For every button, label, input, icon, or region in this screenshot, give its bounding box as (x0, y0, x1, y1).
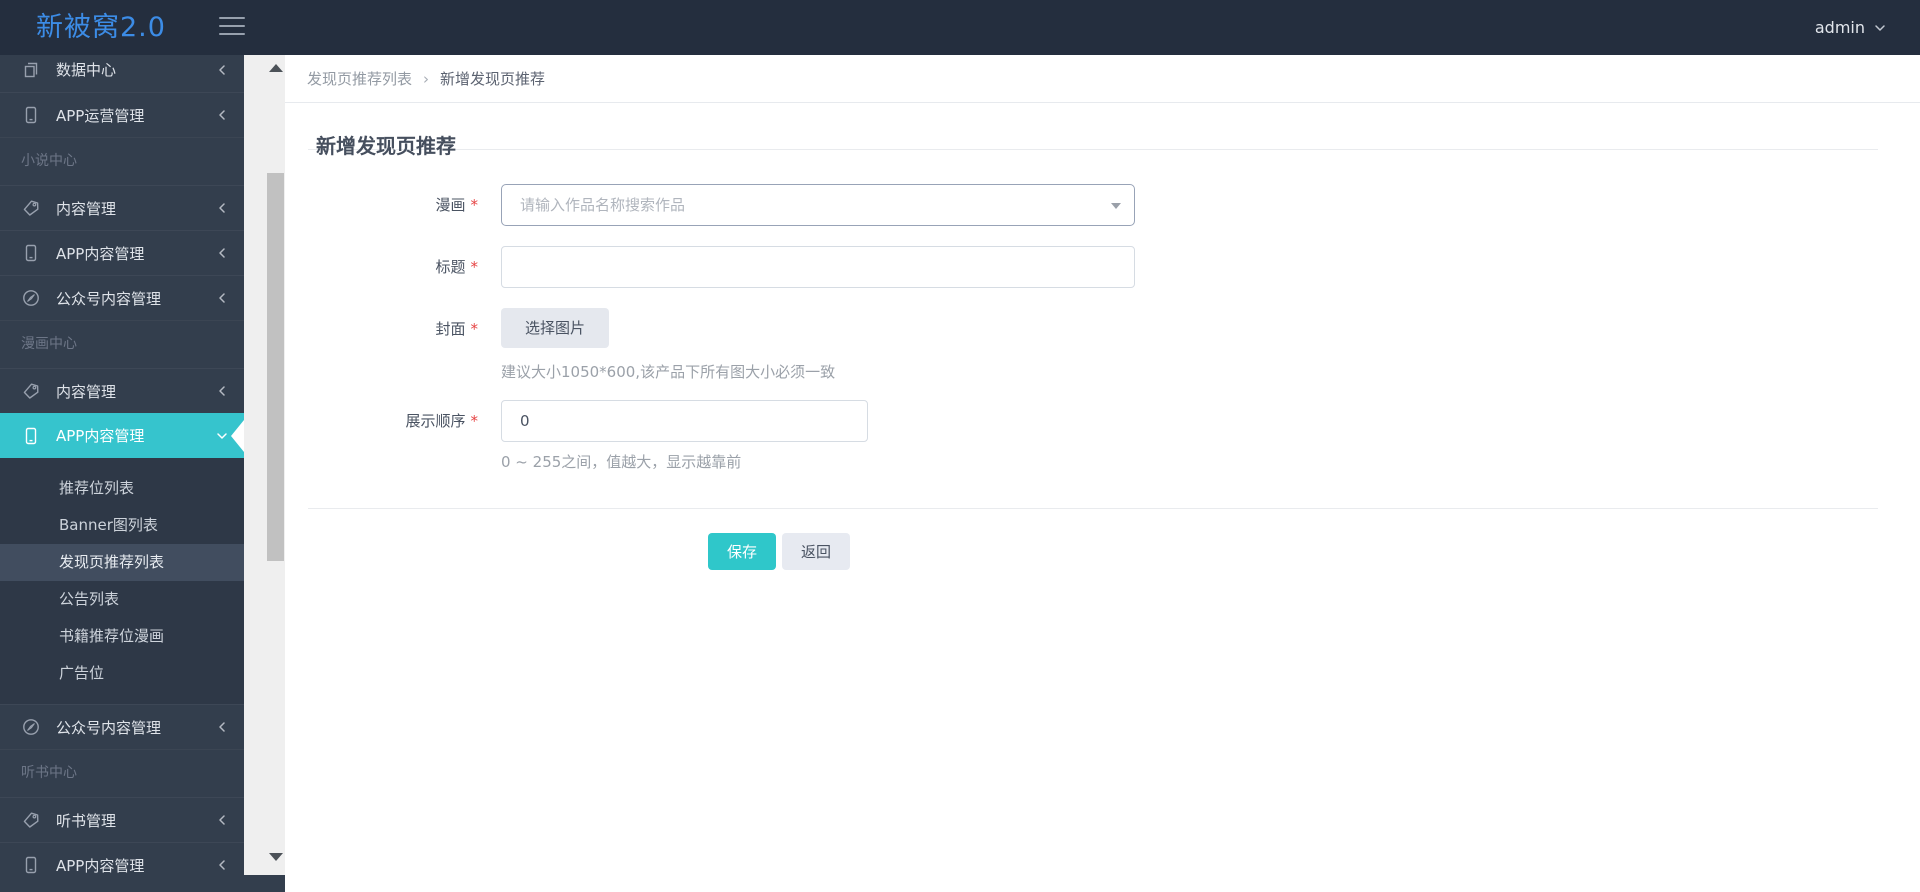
required-asterisk: * (470, 258, 479, 276)
sidebar-item-app-content-audiobook[interactable]: APP内容管理 (0, 842, 244, 887)
chevron-left-icon (216, 202, 228, 214)
tag-icon (21, 381, 41, 401)
order-label: 展示顺序 * (405, 412, 479, 430)
hamburger-menu-icon[interactable] (219, 17, 245, 37)
phone-icon (21, 243, 41, 263)
breadcrumb-current: 新增发现页推荐 (440, 70, 546, 88)
sidebar-menu: 数据中心 APP运营管理 小说中心 内容管理 APP内容管理 公众号内容管理 漫… (0, 47, 244, 887)
chevron-left-icon (216, 721, 228, 733)
submenu-item-banner-list[interactable]: Banner图列表 (0, 507, 244, 544)
sidebar-item-app-content-comic-active[interactable]: APP内容管理 (0, 413, 244, 458)
new-discover-recommend-form: 漫画 * 请输入作品名称搜索作品 标题 * 封面 * 选择图片 建议大小1050… (285, 150, 1920, 610)
save-button[interactable]: 保存 (708, 533, 777, 570)
cover-hint: 建议大小1050*600,该产品下所有图大小必须一致 (501, 363, 836, 381)
sidebar-submenu: 推荐位列表 Banner图列表 发现页推荐列表 公告列表 书籍推荐位漫画 广告位 (0, 458, 244, 704)
app-logo: 新被窝2.0 (36, 12, 166, 43)
chevron-left-icon (216, 109, 228, 121)
sidebar-scrollbar (244, 55, 285, 875)
order-hint: 0 ~ 255之间，值越大，显示越靠前 (501, 453, 742, 471)
tag-icon (21, 810, 41, 830)
sidebar-item-audiobook-mgmt[interactable]: 听书管理 (0, 797, 244, 842)
user-menu[interactable]: admin (1815, 0, 1886, 55)
submenu-item-book-recommend-comic[interactable]: 书籍推荐位漫画 (0, 618, 244, 655)
chevron-down-icon (216, 430, 228, 442)
chevron-left-icon (216, 859, 228, 871)
comic-select-placeholder: 请输入作品名称搜索作品 (520, 196, 686, 214)
active-item-notch (231, 419, 244, 452)
chevron-left-icon (216, 247, 228, 259)
sidebar-section-comic-center: 漫画中心 (0, 320, 244, 368)
page-title: 新增发现页推荐 (316, 134, 456, 158)
title-input[interactable] (501, 246, 1135, 288)
sidebar-item-app-operation[interactable]: APP运营管理 (0, 92, 244, 137)
required-asterisk: * (470, 196, 479, 214)
required-asterisk: * (470, 412, 479, 430)
chevron-left-icon (216, 814, 228, 826)
submenu-item-ad-slot[interactable]: 广告位 (0, 655, 244, 692)
breadcrumb-link-discover-list[interactable]: 发现页推荐列表 (307, 68, 412, 89)
form-actions: 保存 返回 (708, 533, 1920, 610)
select-dropdown-arrow-icon (1111, 203, 1121, 209)
submenu-item-discover-recommend-list[interactable]: 发现页推荐列表 (0, 544, 244, 581)
chevron-left-icon (216, 385, 228, 397)
compass-icon (21, 717, 41, 737)
scrollbar-thumb[interactable] (267, 173, 284, 561)
top-bar: 新被窝2.0 admin (0, 0, 1920, 55)
form-row-comic: 漫画 * 请输入作品名称搜索作品 (285, 184, 1920, 226)
chevron-left-icon (216, 64, 228, 76)
comic-select[interactable]: 请输入作品名称搜索作品 (501, 184, 1135, 226)
phone-icon (21, 426, 41, 446)
scroll-down-arrow-icon[interactable] (269, 853, 283, 861)
back-button[interactable]: 返回 (782, 533, 851, 570)
form-row-order: 展示顺序* 0 ~ 255之间，值越大，显示越靠前 (285, 400, 1920, 472)
sidebar-item-app-content-novel[interactable]: APP内容管理 (0, 230, 244, 275)
cover-label: 封面 * (435, 320, 479, 338)
username-label: admin (1814, 18, 1865, 37)
scroll-up-arrow-icon[interactable] (269, 64, 283, 72)
choose-image-button[interactable]: 选择图片 (501, 308, 610, 348)
tag-icon (21, 198, 41, 218)
breadcrumb: 发现页推荐列表 › 新增发现页推荐 (285, 55, 1920, 103)
phone-icon (21, 855, 41, 875)
submenu-item-announcement-list[interactable]: 公告列表 (0, 581, 244, 618)
sidebar-item-content-mgmt-novel[interactable]: 内容管理 (0, 185, 244, 230)
pages-icon (21, 60, 41, 80)
submenu-item-recommend-slots[interactable]: 推荐位列表 (0, 470, 244, 507)
display-order-input[interactable] (501, 400, 868, 442)
admin-app: 新被窝2.0 admin 数据中心 APP运营管理 小说中心 内容管理 APP内… (0, 0, 1920, 892)
divider (308, 508, 1878, 509)
sidebar-item-wechat-content-novel[interactable]: 公众号内容管理 (0, 275, 244, 320)
comic-label: 漫画 * (435, 196, 479, 214)
sidebar-item-content-mgmt-comic[interactable]: 内容管理 (0, 368, 244, 413)
chevron-left-icon (216, 292, 228, 304)
chevron-down-icon (1874, 22, 1886, 34)
sidebar: 数据中心 APP运营管理 小说中心 内容管理 APP内容管理 公众号内容管理 漫… (0, 55, 285, 892)
title-label: 标题 * (435, 258, 479, 276)
sidebar-section-audiobook-center: 听书中心 (0, 749, 244, 797)
phone-icon (21, 105, 41, 125)
form-row-cover: 封面 * 选择图片 建议大小1050*600,该产品下所有图大小必须一致 (285, 308, 1920, 382)
main-content: 发现页推荐列表 › 新增发现页推荐 新增发现页推荐 漫画 * 请输入作品名称搜索作… (285, 55, 1920, 892)
form-row-title: 标题 * (285, 246, 1920, 288)
breadcrumb-separator: › (423, 69, 430, 88)
sidebar-section-novel-center: 小说中心 (0, 137, 244, 185)
compass-icon (21, 288, 41, 308)
sidebar-item-wechat-content-comic[interactable]: 公众号内容管理 (0, 704, 244, 749)
required-asterisk: * (470, 320, 479, 338)
